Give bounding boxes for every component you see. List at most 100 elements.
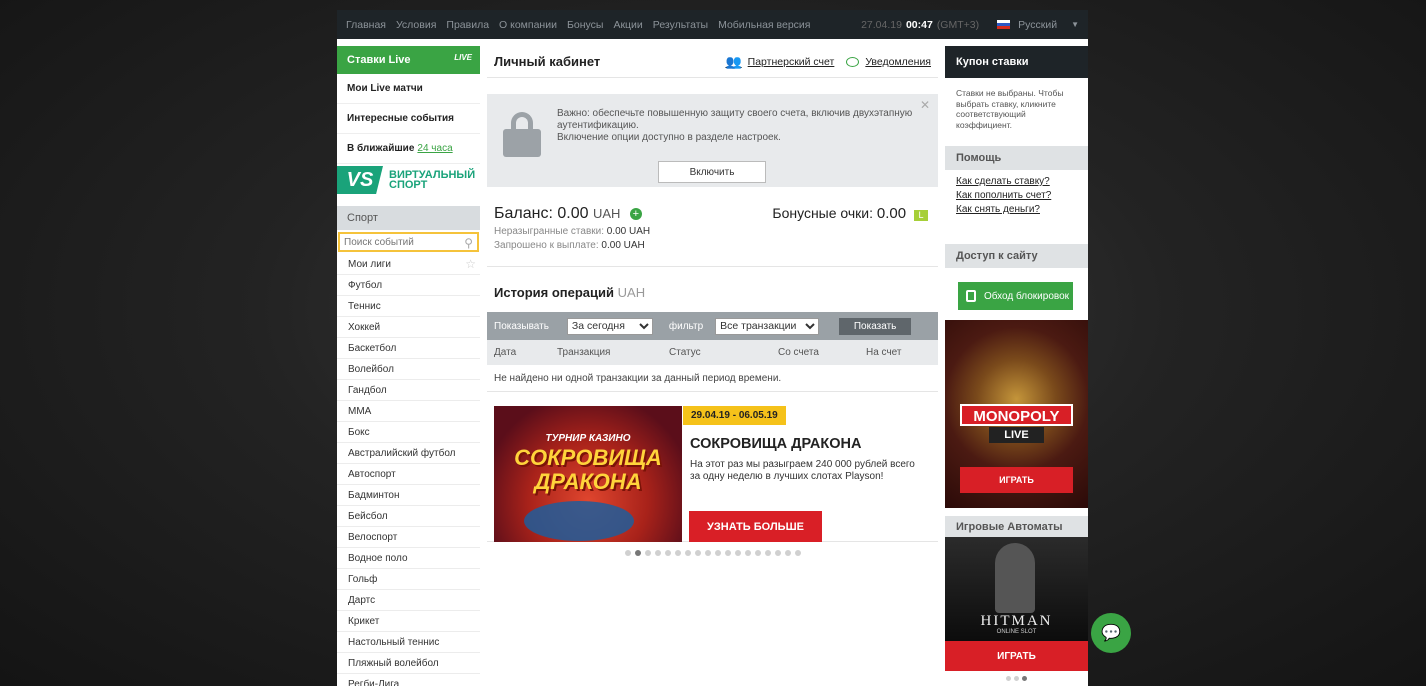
partner-account-link[interactable]: 👥 Партнерский счет [725, 54, 834, 70]
carousel-dot[interactable] [694, 550, 701, 556]
page-title: Личный кабинет [494, 54, 601, 69]
sport-item[interactable]: Бокс [337, 422, 480, 443]
virtual-sport-banner[interactable]: VS ВИРТУАЛЬНЫЙ СПОРТ [337, 164, 480, 196]
event-search-input[interactable] [344, 236, 454, 248]
carousel-dot[interactable] [794, 550, 801, 556]
sport-item[interactable]: Волейбол [337, 359, 480, 380]
interesting-label: Интересные события [347, 113, 454, 124]
sport-item[interactable]: Велоспорт [337, 527, 480, 548]
carousel-dot[interactable] [664, 550, 671, 556]
carousel-dot-active[interactable] [1022, 676, 1027, 681]
help-link-make-bet[interactable]: Как сделать ставку? [956, 176, 1077, 187]
promo-title: СОКРОВИЩА ДРАКОНА [690, 436, 862, 452]
nav-promos[interactable]: Акции [613, 19, 642, 31]
bet-coupon-header: Купон ставки [945, 46, 1088, 78]
nav-terms[interactable]: Условия [396, 19, 436, 31]
right-sidebar: Купон ставки Ставки не выбраны. Чтобы вы… [945, 46, 1088, 686]
main-content: Личный кабинет 👥 Партнерский счет Уведомл… [487, 46, 938, 686]
chevron-down-icon[interactable]: ▼ [1071, 20, 1079, 29]
carousel-dot[interactable] [724, 550, 731, 556]
nav-results[interactable]: Результаты [653, 19, 708, 31]
sport-item[interactable]: Бадминтон [337, 485, 480, 506]
col-status: Статус [669, 347, 701, 358]
hitman-play-button[interactable]: ИГРАТЬ [945, 641, 1088, 671]
add-funds-icon[interactable]: + [629, 207, 642, 220]
language-selector[interactable]: Русский [1018, 19, 1057, 31]
nav-mobile[interactable]: Мобильная версия [718, 19, 810, 31]
transaction-type-select[interactable]: Все транзакции [715, 317, 820, 335]
live-bets-title: Ставки Live [347, 54, 411, 66]
carousel-dot[interactable] [704, 550, 711, 556]
carousel-dot[interactable] [744, 550, 751, 556]
balance-value: 0.00 [557, 205, 589, 222]
carousel-dot[interactable] [734, 550, 741, 556]
carousel-dot[interactable] [714, 550, 721, 556]
nav-about[interactable]: О компании [499, 19, 557, 31]
sport-item[interactable]: ММА [337, 401, 480, 422]
enable-2fa-button[interactable]: Включить [658, 161, 766, 183]
carousel-dot[interactable] [784, 550, 791, 556]
sport-item[interactable]: Теннис [337, 296, 480, 317]
my-live-label: Мои Live матчи [347, 83, 423, 94]
help-link-deposit[interactable]: Как пополнить счет? [956, 190, 1077, 201]
nav-rules[interactable]: Правила [446, 19, 489, 31]
period-select[interactable]: За сегодня [566, 317, 653, 335]
sport-item[interactable]: Футбол [337, 275, 480, 296]
live-bets-header[interactable]: Ставки Live LIVE [337, 46, 480, 74]
my-leagues[interactable]: Мои лиги ☆ [337, 254, 480, 275]
monopoly-play-button[interactable]: ИГРАТЬ [960, 467, 1073, 493]
sport-item[interactable]: Хоккей [337, 317, 480, 338]
carousel-dot[interactable] [754, 550, 761, 556]
col-date: Дата [494, 347, 517, 358]
bonus-badge-icon[interactable]: L [914, 210, 928, 221]
sport-header: Спорт [337, 206, 480, 230]
help-link-withdraw[interactable]: Как снять деньги? [956, 204, 1077, 215]
chat-icon[interactable]: 💬 [1091, 613, 1131, 653]
show-button[interactable]: Показать [839, 317, 912, 335]
carousel-dot[interactable] [1014, 676, 1019, 681]
sport-item[interactable]: Регби-Лига [337, 674, 480, 686]
promo-img-line3: ДРАКОНА [534, 469, 642, 494]
interesting-events[interactable]: Интересные события [337, 104, 480, 134]
col-transaction: Транзакция [557, 347, 611, 358]
sport-item[interactable]: Настольный теннис [337, 632, 480, 653]
sport-item[interactable]: Дартс [337, 590, 480, 611]
sport-item[interactable]: Баскетбол [337, 338, 480, 359]
learn-more-button[interactable]: УЗНАТЬ БОЛЬШЕ [689, 511, 822, 542]
sport-item[interactable]: Крикет [337, 611, 480, 632]
current-time: 00:47 [905, 18, 933, 31]
carousel-dot[interactable] [1006, 676, 1011, 681]
promo-image[interactable]: ТУРНИР КАЗИНО СОКРОВИЩА ДРАКОНА [494, 406, 682, 542]
nav-home[interactable]: Главная [346, 19, 386, 31]
security-notice: ✕ Важно: обеспечьте повышенную защиту св… [487, 94, 938, 187]
carousel-dot[interactable] [654, 550, 661, 556]
sport-item[interactable]: Бейсбол [337, 506, 480, 527]
carousel-dot[interactable] [684, 550, 691, 556]
sport-item[interactable]: Автоспорт [337, 464, 480, 485]
carousel-dot[interactable] [764, 550, 771, 556]
search-icon[interactable]: ⚲ [464, 236, 473, 250]
star-icon[interactable]: ☆ [465, 257, 476, 271]
carousel-dot[interactable] [624, 550, 631, 556]
top-right: 27.04.19 00:47 (GMT+3) Русский ▼ [861, 19, 1079, 31]
lock-icon [503, 112, 541, 157]
live-badge-icon: LIVE [454, 53, 472, 62]
upcoming-24h-link[interactable]: 24 часа [417, 143, 452, 154]
notifications-link[interactable]: Уведомления [846, 56, 931, 68]
carousel-dot[interactable] [774, 550, 781, 556]
carousel-dot[interactable] [644, 550, 651, 556]
sport-item[interactable]: Пляжный волейбол [337, 653, 480, 674]
close-icon[interactable]: ✕ [920, 98, 930, 112]
sport-item[interactable]: Гандбол [337, 380, 480, 401]
hitman-banner[interactable]: HITMAN ONLINE SLOT [945, 537, 1088, 641]
monopoly-live-banner[interactable]: MONOPOLY LIVE ИГРАТЬ [945, 320, 1088, 508]
carousel-dot[interactable] [634, 550, 641, 556]
sport-item[interactable]: Австралийский футбол [337, 443, 480, 464]
bypass-block-button[interactable]: Обход блокировок [958, 282, 1073, 310]
my-live-matches[interactable]: Мои Live матчи [337, 74, 480, 104]
filter-label: фильтр [668, 320, 704, 332]
carousel-dot[interactable] [674, 550, 681, 556]
sport-item[interactable]: Водное поло [337, 548, 480, 569]
nav-bonuses[interactable]: Бонусы [567, 19, 603, 31]
sport-item[interactable]: Гольф [337, 569, 480, 590]
